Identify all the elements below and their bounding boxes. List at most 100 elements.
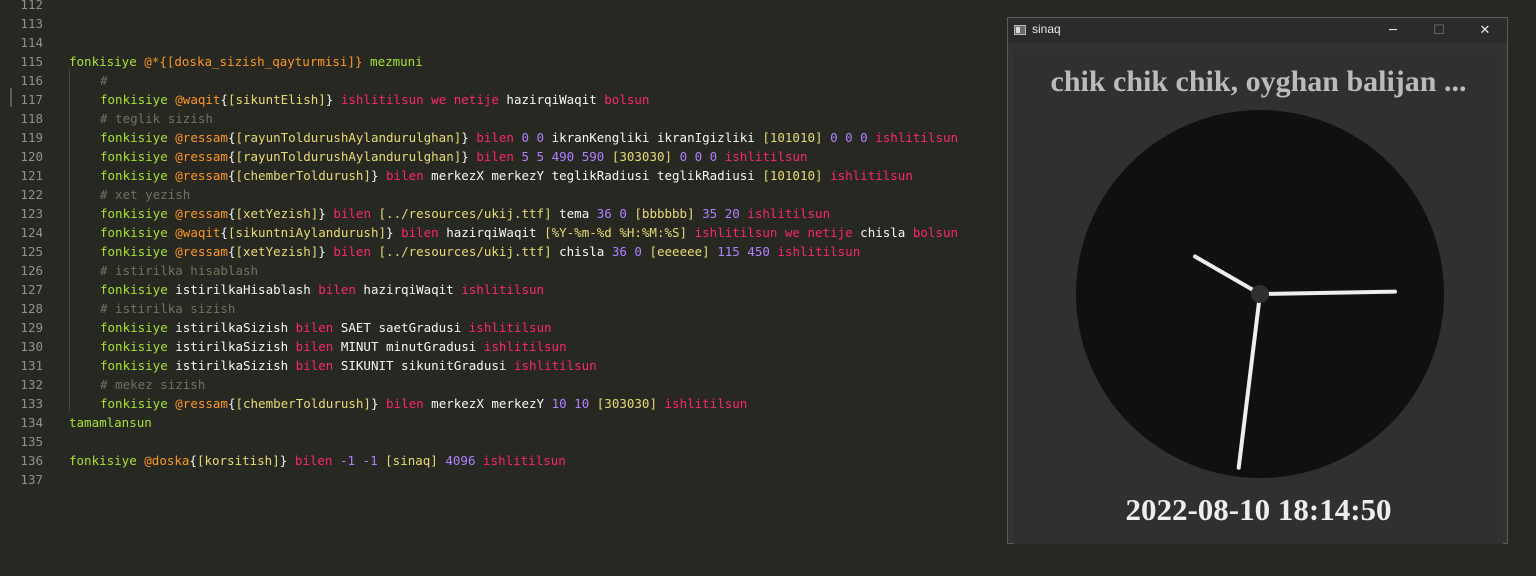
line-number: 123	[20, 206, 43, 221]
code-token: bilen	[318, 282, 356, 297]
code-token: fonkisiye	[100, 320, 168, 335]
code-token: # teglik sizish	[100, 111, 213, 126]
code-token: ishlitilsun	[664, 396, 748, 411]
minute-hand	[1258, 289, 1397, 296]
code-token: hazirqiWaqit	[355, 282, 462, 297]
line-content[interactable]: fonkisiye @ressam{[chemberToldurush]} bi…	[100, 166, 913, 185]
code-token: bilen	[295, 358, 334, 373]
code-token: @ressam	[175, 149, 228, 164]
line-number: 137	[20, 472, 43, 487]
line-number: 122	[20, 187, 43, 202]
code-token: merkezX merkezY teglikRadiusi teglikRadi…	[423, 168, 763, 183]
line-number: 136	[20, 453, 43, 468]
code-token: bolsun	[604, 92, 650, 107]
code-token: # xet yezish	[100, 187, 191, 202]
code-token: istirilkaSizish	[167, 339, 296, 354]
clock-canvas: chik chik chik, oyghan balijan ... 2022-…	[1014, 49, 1503, 544]
code-token: @ressam	[175, 130, 228, 145]
code-token: [sikuntniAylandurush]	[227, 225, 386, 240]
line-number: 117	[20, 92, 43, 107]
code-token: bilen	[333, 244, 371, 259]
code-token: chisla	[852, 225, 913, 240]
line-content[interactable]: fonkisiye istirilkaSizish bilen MINUT mi…	[100, 337, 567, 356]
code-token: hazirqiWaqit	[438, 225, 545, 240]
clock-heading: chik chik chik, oyghan balijan ...	[1050, 65, 1467, 98]
code-token: }	[318, 206, 326, 221]
window-title: sinaq	[1032, 22, 1061, 36]
line-content[interactable]: fonkisiye @ressam{[chemberToldurush]} bi…	[100, 394, 747, 413]
line-content[interactable]: fonkisiye @ressam{[rayunToldurushAylandu…	[100, 128, 958, 147]
code-token: {	[220, 225, 228, 240]
line-number: 120	[20, 149, 43, 164]
code-token: @waqit	[175, 225, 221, 240]
line-number: 113	[20, 16, 43, 31]
line-content[interactable]: fonkisiye @waqit{[sikuntniAylandurush]} …	[100, 223, 958, 242]
sinaq-window[interactable]: sinaq ─ ☐ ✕ chik chik chik, oyghan balij…	[1007, 17, 1508, 544]
line-number: 131	[20, 358, 43, 373]
code-token: fonkisiye	[100, 92, 168, 107]
code-token: istirilkaSizish	[167, 320, 296, 335]
line-content[interactable]: fonkisiye @waqit{[sikuntElish]} ishlitil…	[100, 90, 649, 109]
code-token: }	[461, 130, 469, 145]
code-token: fonkisiye	[100, 206, 168, 221]
code-token: # istirilka hisablash	[100, 263, 259, 278]
line-content[interactable]: fonkisiye @*{[doska_sizish_qayturmisi]} …	[69, 52, 423, 71]
code-token: fonkisiye	[69, 54, 137, 69]
code-token: [../resources/ukij.ttf]	[378, 244, 552, 259]
maximize-button[interactable]: ☐	[1416, 18, 1462, 43]
code-token: fonkisiye	[100, 149, 168, 164]
code-token: # istirilka sizish	[100, 301, 236, 316]
line-content[interactable]: # istirilka sizish	[100, 299, 235, 318]
line-content[interactable]: # teglik sizish	[100, 109, 213, 128]
line-content[interactable]: fonkisiye istirilkaSizish bilen SIKUNIT …	[100, 356, 597, 375]
code-token: @doska	[144, 453, 190, 468]
line-content[interactable]: # istirilka hisablash	[100, 261, 258, 280]
line-content[interactable]: fonkisiye @ressam{[xetYezish]} bilen [..…	[100, 204, 830, 223]
code-token: }	[386, 225, 394, 240]
code-token: fonkisiye	[100, 358, 168, 373]
code-token: ikranKengliki ikranIgizliki	[544, 130, 763, 145]
code-token: [xetYezish]	[235, 206, 319, 221]
code-token: fonkisiye	[100, 168, 168, 183]
code-token: [korsitish]	[196, 453, 280, 468]
line-content[interactable]: fonkisiye @ressam{[rayunToldurushAylandu…	[100, 147, 808, 166]
code-token: @ressam	[175, 396, 228, 411]
code-token: [rayunToldurushAylandurulghan]	[235, 130, 462, 145]
code-token: @waqit	[175, 92, 221, 107]
line-content[interactable]: # xet yezish	[100, 185, 190, 204]
line-number: 121	[20, 168, 43, 183]
title-bar[interactable]: sinaq ─ ☐ ✕	[1008, 18, 1507, 43]
code-token: ishlitilsun we netije	[340, 92, 499, 107]
line-number: 132	[20, 377, 43, 392]
line-number: 135	[20, 434, 43, 449]
code-token: [101010]	[762, 168, 823, 183]
code-token: # mekez sizish	[100, 377, 206, 392]
line-number: 112	[20, 0, 43, 12]
code-token: ishlitilsun	[777, 244, 861, 259]
code-token: ishlitilsun	[513, 358, 597, 373]
code-token: {	[220, 92, 228, 107]
code-token: mezmuni	[370, 54, 423, 69]
code-token: MINUT minutGradusi	[333, 339, 484, 354]
line-content[interactable]: fonkisiye istirilkaSizish bilen SAET sae…	[100, 318, 552, 337]
line-content[interactable]: # mekez sizish	[100, 375, 205, 394]
app-window-icon	[1014, 25, 1026, 35]
line-number: 127	[20, 282, 43, 297]
code-token: fonkisiye	[69, 453, 137, 468]
line-content[interactable]: tamamlansun	[69, 413, 152, 432]
line-content[interactable]: #	[100, 71, 108, 90]
close-button[interactable]: ✕	[1462, 18, 1508, 43]
code-token: [eeeeee]	[649, 244, 710, 259]
code-token: bilen	[401, 225, 439, 240]
line-content[interactable]: fonkisiye @ressam{[xetYezish]} bilen [..…	[100, 242, 860, 261]
line-content[interactable]: fonkisiye @doska{[korsitish]} bilen -1 -…	[69, 451, 566, 470]
line-number: 129	[20, 320, 43, 335]
code-token: bilen	[333, 206, 371, 221]
line-content[interactable]: fonkisiye istirilkaHisablash bilen hazir…	[100, 280, 544, 299]
code-token: {	[189, 453, 197, 468]
minimize-button[interactable]: ─	[1370, 18, 1416, 43]
code-token: @ressam	[175, 168, 228, 183]
